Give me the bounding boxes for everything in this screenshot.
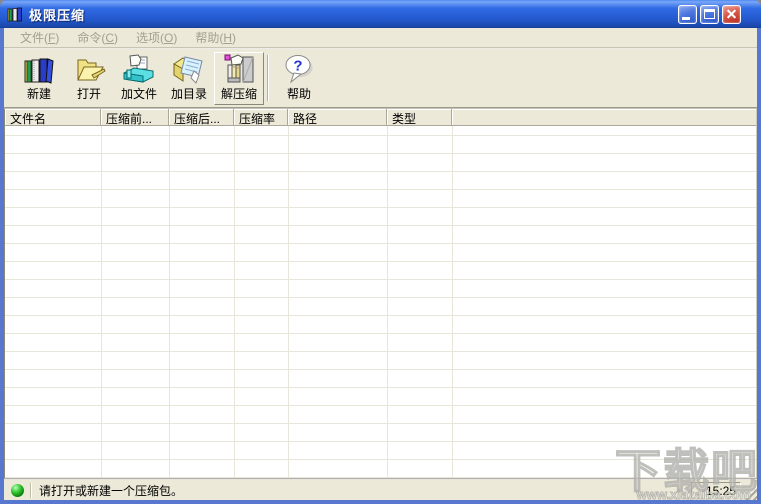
extract-archive-icon <box>222 53 256 87</box>
status-message: 请打开或新建一个压缩包。 <box>39 482 691 499</box>
column-header-ratio[interactable]: 压缩率 <box>234 109 288 126</box>
open-archive-button[interactable]: 打开 <box>64 52 114 105</box>
close-button[interactable] <box>722 5 741 24</box>
title-bar[interactable]: 极限压缩 <box>0 0 761 28</box>
status-indicator-icon <box>11 484 24 497</box>
toolbar-button-label: 新建 <box>27 87 51 102</box>
svg-text:?: ? <box>293 58 302 75</box>
file-list-body[interactable] <box>5 126 756 478</box>
clock-panel: 15:25 <box>691 482 741 498</box>
column-header-type[interactable]: 类型 <box>387 109 452 126</box>
window-title: 极限压缩 <box>29 5 678 24</box>
maximize-button[interactable] <box>700 5 719 24</box>
add-directory-button[interactable]: 加目录 <box>164 52 214 105</box>
maximize-icon <box>704 9 715 19</box>
menu-file[interactable]: 文件(F) <box>11 27 68 48</box>
column-header-size-before[interactable]: 压缩前... <box>101 109 169 126</box>
column-header-filler <box>452 109 756 126</box>
grid-column-line <box>101 126 102 478</box>
toolbar-button-label: 帮助 <box>287 87 311 102</box>
window-frame: 文件(F) 命令(C) 选项(O) 帮助(H) 新建 <box>0 28 761 504</box>
list-header-row: 文件名 压缩前... 压缩后... 压缩率 路径 类型 <box>5 109 756 126</box>
new-archive-books-icon <box>22 53 56 87</box>
status-bar: 请打开或新建一个压缩包。 15:25 <box>4 480 757 500</box>
toolbar-button-label: 解压缩 <box>221 87 257 102</box>
grid-column-line <box>234 126 235 478</box>
toolbar-button-label: 加文件 <box>121 87 157 102</box>
toolbar: 新建 打开 加文件 <box>4 49 757 107</box>
minimize-button[interactable] <box>678 5 697 24</box>
toolbar-separator <box>267 55 269 101</box>
resize-grip[interactable] <box>742 485 757 500</box>
grid-column-line <box>288 126 289 478</box>
grid-column-line <box>452 126 453 478</box>
statusbar-divider <box>30 483 31 498</box>
menu-options[interactable]: 选项(O) <box>127 27 186 48</box>
window-controls <box>678 5 741 24</box>
new-archive-button[interactable]: 新建 <box>14 52 64 105</box>
menu-help[interactable]: 帮助(H) <box>186 27 245 48</box>
minimize-icon <box>682 17 690 20</box>
column-header-path[interactable]: 路径 <box>288 109 387 126</box>
add-files-button[interactable]: 加文件 <box>114 52 164 105</box>
app-books-icon <box>7 6 24 23</box>
extract-button[interactable]: 解压缩 <box>214 52 264 105</box>
grid-column-line <box>169 126 170 478</box>
menu-bar: 文件(F) 命令(C) 选项(O) 帮助(H) <box>4 28 757 47</box>
add-directory-icon <box>172 53 206 87</box>
file-list-panel: 文件名 压缩前... 压缩后... 压缩率 路径 类型 <box>4 109 757 478</box>
help-bubble-icon: ? <box>282 53 316 87</box>
help-button[interactable]: ? 帮助 <box>274 52 324 105</box>
toolbar-button-label: 打开 <box>77 87 101 102</box>
column-header-size-after[interactable]: 压缩后... <box>169 109 234 126</box>
menu-commands[interactable]: 命令(C) <box>68 27 127 48</box>
toolbar-button-label: 加目录 <box>171 87 207 102</box>
grid-column-line <box>387 126 388 478</box>
app-window: 极限压缩 文件(F) 命令(C) 选项(O) 帮助(H) <box>0 0 761 504</box>
column-header-filename[interactable]: 文件名 <box>5 109 101 126</box>
add-files-icon <box>122 53 156 87</box>
open-folder-icon <box>72 53 106 87</box>
